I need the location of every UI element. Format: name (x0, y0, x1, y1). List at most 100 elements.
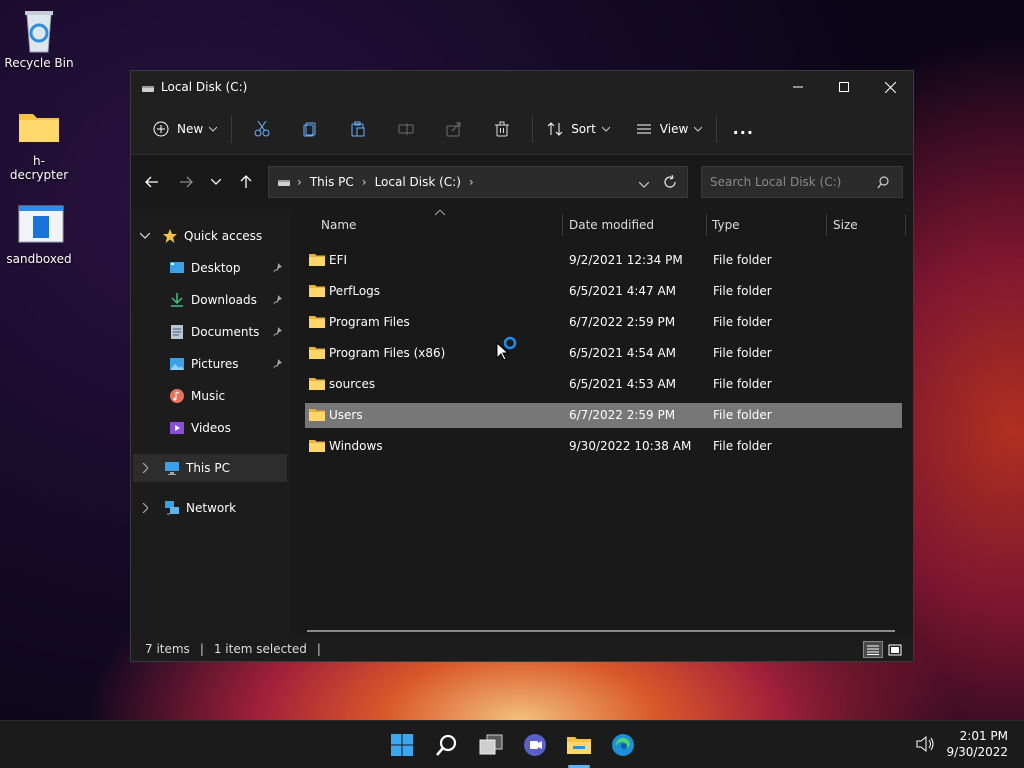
search-input[interactable]: Search Local Disk (C:) (701, 166, 903, 198)
sidebar-item-quick-access[interactable]: Quick access (131, 222, 287, 250)
table-row[interactable]: Windows 9/30/2022 10:38 AM File folder (305, 434, 902, 459)
plus-circle-icon (153, 121, 169, 136)
sidebar-item-this-pc[interactable]: This PC (133, 454, 287, 482)
sidebar-item-network[interactable]: Network (131, 494, 287, 522)
divider (716, 114, 718, 143)
column-header-date[interactable]: Date modified (569, 210, 654, 240)
table-row[interactable]: EFI 9/2/2021 12:34 PM File folder (305, 248, 902, 273)
file-type: File folder (713, 253, 772, 267)
file-explorer-taskbar-button[interactable] (563, 729, 595, 761)
sidebar-item-documents[interactable]: Documents (131, 318, 287, 346)
column-divider[interactable] (826, 214, 827, 236)
table-row[interactable]: Users 6/7/2022 2:59 PM File folder (305, 403, 902, 428)
status-bar: 7 items | 1 item selected | (131, 637, 913, 661)
forward-button[interactable] (171, 167, 201, 197)
address-history-button[interactable] (638, 177, 650, 191)
minimize-button[interactable] (775, 71, 821, 103)
column-header-name[interactable]: Name (321, 210, 356, 240)
up-button[interactable] (231, 167, 261, 197)
clock[interactable]: 2:01 PM 9/30/2022 (946, 728, 1008, 760)
refresh-button[interactable] (663, 174, 677, 192)
cut-button[interactable] (238, 113, 286, 145)
column-divider[interactable] (905, 214, 906, 236)
file-name: sources (329, 377, 376, 391)
more-options-button[interactable]: ... (723, 113, 763, 145)
pictures-icon (170, 358, 184, 370)
address-bar[interactable]: › This PC › Local Disk (C:) › (268, 166, 688, 198)
task-view-button[interactable] (475, 729, 507, 761)
folder-icon (309, 409, 325, 421)
recycle-bin-icon (17, 8, 61, 53)
close-button[interactable] (867, 71, 913, 103)
sidebar-item-label: Documents (191, 325, 260, 339)
column-divider[interactable] (562, 214, 563, 236)
breadcrumb-local-disk[interactable]: Local Disk (C:) (375, 175, 461, 189)
copy-button[interactable] (286, 113, 334, 145)
pin-icon (273, 263, 282, 273)
pin-icon (273, 359, 282, 369)
delete-button[interactable] (478, 113, 526, 145)
back-button[interactable] (137, 167, 167, 197)
column-header-size[interactable]: Size (833, 210, 858, 240)
file-name: Windows (329, 439, 383, 453)
pin-icon (273, 295, 282, 305)
start-button[interactable] (386, 729, 418, 761)
table-row[interactable]: sources 6/5/2021 4:53 AM File folder (305, 372, 902, 397)
chevron-down-icon (694, 126, 703, 132)
sandbox-app-icon (17, 204, 64, 248)
chevron-down-icon (140, 232, 150, 239)
table-row[interactable]: Program Files 6/7/2022 2:59 PM File folder (305, 310, 902, 335)
chat-button[interactable] (519, 729, 551, 761)
sidebar-item-music[interactable]: Music (131, 382, 287, 410)
sidebar-item-videos[interactable]: Videos (131, 414, 287, 442)
desktop-icon-recycle-bin[interactable]: Recycle Bin (4, 8, 74, 70)
desktop-icon-h-decrypter[interactable]: h-decrypter (4, 106, 74, 182)
download-icon (171, 293, 183, 307)
sidebar-item-pictures[interactable]: Pictures (131, 350, 287, 378)
new-button[interactable]: New (145, 113, 225, 145)
title-bar[interactable]: Local Disk (C:) (131, 71, 913, 103)
view-button[interactable]: View (628, 113, 710, 145)
share-button[interactable] (430, 113, 478, 145)
tiles-view-button[interactable] (885, 641, 905, 658)
desktop-icon-label: h-decrypter (9, 154, 69, 182)
search-placeholder: Search Local Disk (C:) (710, 175, 842, 189)
maximize-button[interactable] (821, 71, 867, 103)
horizontal-scrollbar[interactable] (307, 630, 895, 632)
table-row[interactable]: Program Files (x86) 6/5/2021 4:54 AM File … (305, 341, 902, 366)
sidebar-item-label: Desktop (191, 261, 241, 275)
folder-icon (309, 347, 325, 359)
taskbar: 2:01 PM 9/30/2022 (0, 720, 1024, 768)
file-date: 6/5/2021 4:54 AM (569, 346, 677, 360)
file-type: File folder (713, 346, 772, 360)
sidebar-item-downloads[interactable]: Downloads (131, 286, 287, 314)
desktop-icon (170, 262, 184, 273)
file-type: File folder (713, 315, 772, 329)
sort-button[interactable]: Sort (539, 113, 618, 145)
command-bar: New Sort View ... (131, 103, 913, 155)
volume-button[interactable] (916, 735, 936, 756)
edge-button[interactable] (607, 729, 639, 761)
breadcrumb-this-pc[interactable]: This PC (310, 175, 354, 189)
breadcrumb-separator: › (361, 175, 367, 189)
search-button[interactable] (431, 729, 463, 761)
column-header-type[interactable]: Type (712, 210, 740, 240)
desktop-icon-sandboxed[interactable]: sandboxed (4, 204, 74, 266)
new-label: New (177, 121, 204, 136)
status-divider: | (316, 642, 321, 656)
table-row[interactable]: PerfLogs 6/5/2021 4:47 AM File folder (305, 279, 902, 304)
file-name: Program Files (329, 315, 410, 329)
refresh-icon (664, 174, 676, 188)
document-icon (171, 325, 183, 339)
rename-icon (398, 122, 414, 135)
details-view-button[interactable] (863, 641, 883, 658)
sidebar-item-desktop[interactable]: Desktop (131, 254, 287, 282)
rename-button[interactable] (382, 113, 430, 145)
view-label: View (659, 121, 689, 136)
paste-button[interactable] (334, 113, 382, 145)
column-divider[interactable] (706, 214, 707, 236)
file-name: Users (329, 408, 363, 422)
computer-icon (165, 462, 179, 475)
recent-locations-button[interactable] (201, 167, 231, 197)
file-date: 6/7/2022 2:59 PM (569, 408, 676, 422)
